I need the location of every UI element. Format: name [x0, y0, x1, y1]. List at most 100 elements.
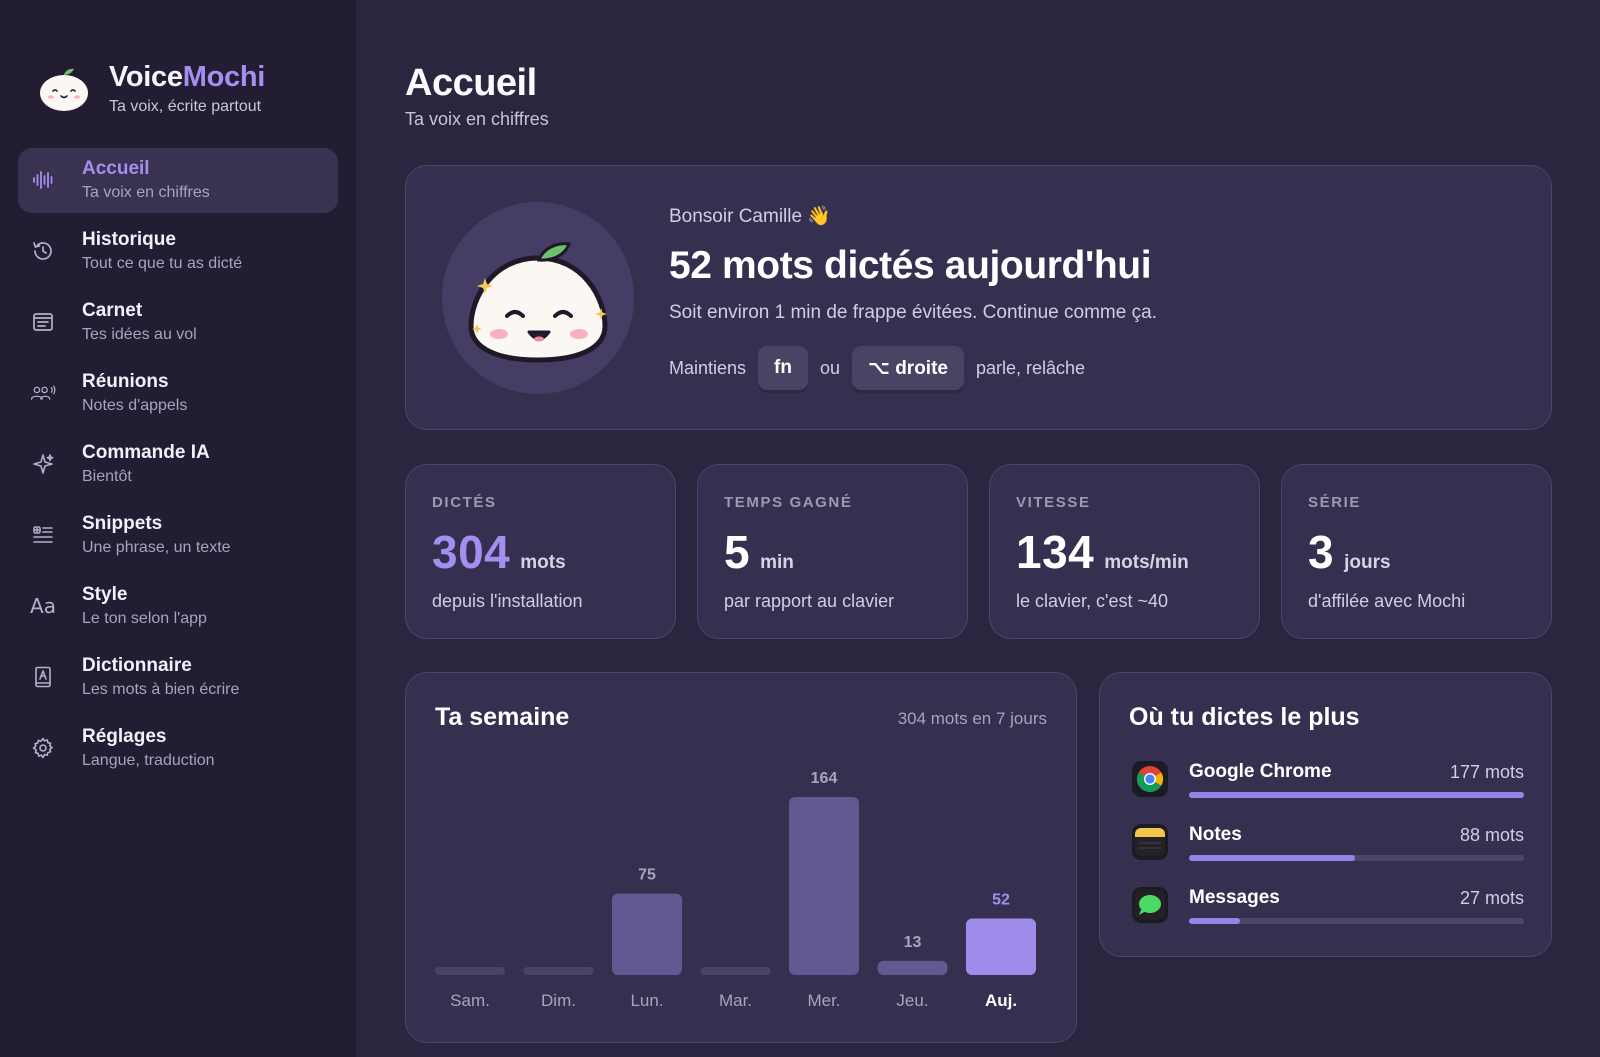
stat-value: 5	[724, 526, 751, 578]
sidebar-item-label: Réglages	[82, 726, 167, 747]
messages-app-icon	[1132, 887, 1168, 923]
sidebar-item-label: Snippets	[82, 513, 163, 534]
day-label: Lun.	[630, 991, 663, 1010]
people-speaking-icon	[30, 380, 56, 406]
gear-icon	[30, 735, 56, 761]
stat-card-serie: SÉRIE 3 jours d'affilée avec Mochi	[1281, 464, 1552, 639]
stat-caption: le clavier, c'est ~40	[1016, 591, 1169, 611]
bar-jeu	[877, 960, 948, 975]
bar-value-label: 164	[811, 770, 838, 787]
stat-caption: par rapport au clavier	[724, 591, 895, 611]
bar-value-label: 52	[992, 892, 1010, 909]
sidebar-item-commande-ia[interactable]: Commande IA Bientôt	[18, 432, 338, 497]
app-share-track	[1189, 792, 1524, 798]
sidebar-item-sub: Une phrase, un texte	[82, 539, 231, 556]
day-label: Jeu.	[896, 991, 928, 1010]
app-row-notes[interactable]: Notes 88 mots	[1132, 818, 1524, 868]
dictionary-book-icon	[30, 664, 56, 690]
bar-value-label: 13	[904, 934, 922, 951]
sidebar-item-sub: Tes idées au vol	[82, 326, 197, 343]
week-total: 304 mots en 7 jours	[897, 709, 1047, 728]
right-option-key-badge: ⌥ droite	[852, 346, 964, 390]
bar-sam	[435, 967, 505, 975]
release-label: parle, relâche	[975, 357, 1086, 378]
sidebar-item-label: Réunions	[82, 371, 169, 392]
notebook-icon	[30, 309, 56, 335]
sidebar-item-reglages[interactable]: Réglages Langue, traduction	[18, 716, 338, 781]
sidebar-item-sub: Notes d'appels	[82, 397, 188, 414]
sidebar-item-carnet[interactable]: Carnet Tes idées au vol	[18, 290, 338, 355]
day-label: Mar.	[719, 991, 752, 1010]
mochi-mascot	[442, 202, 634, 394]
app-row-chrome[interactable]: Google Chrome 177 mots	[1132, 755, 1524, 805]
waveform-icon	[30, 167, 56, 193]
app-share-bar	[1189, 918, 1241, 924]
today-words-description: Soit environ 1 min de frappe évitées. Co…	[669, 302, 1157, 323]
shortcut-hint: Maintiens fn ou ⌥ droite parle, relâche	[669, 346, 1085, 390]
sidebar-item-style[interactable]: Aa Style Le ton selon l'app	[18, 574, 338, 639]
stat-value: 134	[1016, 526, 1095, 578]
notes-app-icon	[1132, 824, 1168, 860]
sidebar-item-accueil[interactable]: Accueil Ta voix en chiffres	[18, 148, 338, 213]
stat-card-vitesse: VITESSE 134 mots/min le clavier, c'est ~4…	[989, 464, 1260, 639]
main-content: Accueil Ta voix en chiffres Bonsoir Cami…	[356, 0, 1600, 1057]
stat-caption: d'affilée avec Mochi	[1308, 591, 1466, 611]
app-count: 27 mots	[1459, 888, 1524, 908]
stat-label: DICTÉS	[432, 494, 497, 511]
stat-unit: mots	[520, 552, 566, 573]
top-apps-title: Où tu dictes le plus	[1129, 703, 1360, 731]
stat-caption: depuis l'installation	[432, 591, 583, 611]
sidebar-item-label: Accueil	[82, 158, 150, 179]
sidebar-item-label: Dictionnaire	[82, 655, 192, 676]
stat-card-temps-gagne: TEMPS GAGNÉ 5 min par rapport au clavier	[697, 464, 968, 639]
app-row-messages[interactable]: Messages 27 mots	[1132, 881, 1524, 931]
sidebar-item-sub: Bientôt	[82, 468, 132, 485]
app-name: VoiceMochi	[109, 61, 266, 93]
welcome-card: Bonsoir Camille 👋 52 mots dictés aujourd…	[405, 165, 1552, 430]
top-apps-card: Où tu dictes le plus Google Chrome 177 m…	[1099, 672, 1552, 957]
bar-lun	[612, 893, 682, 975]
stat-label: SÉRIE	[1308, 494, 1362, 511]
bar-mer	[789, 797, 859, 975]
bar-value-label: 75	[638, 867, 656, 884]
app-share-track	[1189, 855, 1524, 861]
fn-key-badge: fn	[758, 346, 808, 390]
sidebar-item-sub: Ta voix en chiffres	[82, 184, 210, 201]
sidebar: VoiceMochi Ta voix, écrite partout Accue…	[0, 0, 356, 1057]
stat-label: VITESSE	[1016, 494, 1091, 511]
sidebar-item-snippets[interactable]: Snippets Une phrase, un texte	[18, 503, 338, 568]
day-label: Auj.	[985, 991, 1017, 1010]
app-count: 177 mots	[1449, 762, 1524, 782]
app-share-bar	[1189, 792, 1524, 798]
day-label: Sam.	[450, 991, 490, 1010]
sidebar-item-historique[interactable]: Historique Tout ce que tu as dicté	[18, 219, 338, 284]
stat-value: 3	[1308, 526, 1335, 578]
font-aa-icon: Aa	[30, 594, 56, 618]
mochi-logo-icon	[40, 68, 88, 111]
sidebar-item-label: Style	[82, 584, 128, 605]
stat-unit: mots/min	[1104, 552, 1189, 573]
bar-dim	[523, 967, 594, 975]
day-label: Dim.	[541, 991, 576, 1010]
greeting-text: Bonsoir Camille 👋	[669, 206, 831, 227]
app-tagline: Ta voix, écrite partout	[109, 98, 262, 115]
chrome-icon	[1132, 761, 1168, 797]
stat-value: 304	[432, 526, 511, 578]
sidebar-nav: Accueil Ta voix en chiffres Historique Tou…	[18, 148, 338, 787]
history-icon	[30, 238, 56, 264]
sidebar-item-reunions[interactable]: Réunions Notes d'appels	[18, 361, 338, 426]
hold-label: Maintiens	[669, 357, 747, 378]
sidebar-item-sub: Langue, traduction	[82, 752, 215, 769]
mochi-mascot-icon	[468, 242, 608, 363]
sparkle-icon	[30, 451, 56, 477]
week-title: Ta semaine	[435, 703, 570, 731]
page-subtitle: Ta voix en chiffres	[405, 109, 549, 129]
or-label: ou	[819, 357, 841, 378]
snippet-list-icon	[30, 522, 56, 548]
stat-label: TEMPS GAGNÉ	[724, 494, 853, 511]
sidebar-item-dictionnaire[interactable]: Dictionnaire Les mots à bien écrire	[18, 645, 338, 710]
stat-card-dictes: DICTÉS 304 mots depuis l'installation	[405, 464, 676, 639]
today-words-title: 52 mots dictés aujourd'hui	[669, 244, 1152, 287]
sidebar-item-sub: Le ton selon l'app	[82, 610, 207, 627]
sidebar-item-label: Historique	[82, 229, 176, 250]
